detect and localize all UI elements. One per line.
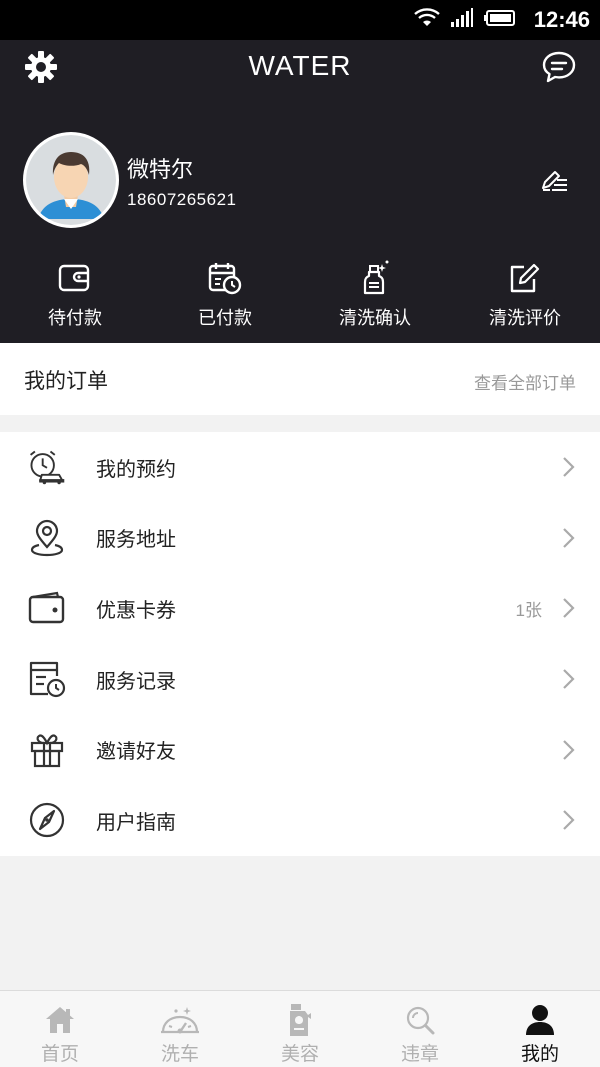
user-name: 微特尔 xyxy=(127,158,194,183)
tab-label: 美容 xyxy=(280,1043,319,1065)
tab-beauty[interactable]: 美容 xyxy=(240,991,360,1067)
edit-profile-button[interactable] xyxy=(538,166,570,198)
menu-item-label: 服务记录 xyxy=(96,668,176,693)
menu-item-badge: 1张 xyxy=(515,600,542,620)
order-status-wash-confirm[interactable]: 清洗确认 xyxy=(300,260,450,340)
tab-label: 我的 xyxy=(520,1043,559,1065)
tab-violations[interactable]: 违章 xyxy=(360,991,480,1067)
battery-icon xyxy=(483,8,518,32)
user-phone: 18607265621 xyxy=(127,190,237,209)
order-status-wash-review[interactable]: 清洗评价 xyxy=(450,260,600,340)
gift-icon xyxy=(28,731,66,769)
menu-item-label: 服务地址 xyxy=(96,527,176,552)
order-status-label: 待付款 xyxy=(48,308,102,329)
chevron-right-icon xyxy=(560,527,576,549)
status-icons: 12:46 xyxy=(413,6,590,34)
my-orders-title: 我的订单 xyxy=(24,369,108,393)
tab-mine[interactable]: 我的 xyxy=(480,991,600,1067)
chevron-right-icon xyxy=(560,456,576,478)
record-clock-icon xyxy=(28,660,66,698)
chevron-right-icon xyxy=(560,597,576,619)
chevron-right-icon xyxy=(560,739,576,761)
menu-item-invite-friends[interactable]: 邀请好友 xyxy=(0,714,600,785)
signal-icon xyxy=(450,8,474,32)
status-bar: 12:46 xyxy=(0,0,600,40)
bottle-icon xyxy=(285,1003,315,1037)
message-button[interactable] xyxy=(538,48,580,90)
chat-bubble-icon xyxy=(541,50,577,88)
tab-car-wash[interactable]: 洗车 xyxy=(120,991,240,1067)
menu-item-service-address[interactable]: 服务地址 xyxy=(0,503,600,574)
search-icon xyxy=(405,1003,435,1037)
menu-item-coupons[interactable]: 优惠卡券 1张 xyxy=(0,573,600,644)
tab-home[interactable]: 首页 xyxy=(0,991,120,1067)
top-bar: WATER xyxy=(0,40,600,102)
edit-review-icon xyxy=(508,260,542,296)
menu-list: 我的预约 服务地址 优惠卡券 1张 服务记录 邀请好友 用户指南 xyxy=(0,432,600,856)
menu-item-label: 邀请好友 xyxy=(96,739,176,764)
menu-item-label: 用户指南 xyxy=(96,809,176,834)
tab-label: 首页 xyxy=(40,1043,79,1065)
order-status-pending-payment[interactable]: 待付款 xyxy=(0,260,150,340)
compass-icon xyxy=(28,801,66,839)
calendar-clock-icon xyxy=(208,260,242,296)
profile-header: WATER 微特尔 18607265621 待付款 已付款 清洗确认 清洗评价 xyxy=(0,40,600,343)
profile-card: 微特尔 18607265621 xyxy=(0,130,600,230)
order-status-label: 清洗确认 xyxy=(339,308,411,329)
menu-item-appointments[interactable]: 我的预约 xyxy=(0,432,600,503)
order-status-label: 清洗评价 xyxy=(489,308,561,329)
tab-label: 洗车 xyxy=(160,1043,199,1065)
order-status-row: 待付款 已付款 清洗确认 清洗评价 xyxy=(0,260,600,340)
wallet-icon xyxy=(58,260,92,296)
avatar[interactable] xyxy=(23,132,119,228)
coupon-wallet-icon xyxy=(28,589,66,627)
menu-item-user-guide[interactable]: 用户指南 xyxy=(0,785,600,856)
tab-label: 违章 xyxy=(400,1043,439,1065)
user-icon xyxy=(524,1003,556,1037)
chevron-right-icon xyxy=(560,809,576,831)
car-wash-icon xyxy=(159,1003,201,1037)
wifi-icon xyxy=(413,8,440,32)
menu-item-service-records[interactable]: 服务记录 xyxy=(0,644,600,715)
view-all-orders-link[interactable]: 查看全部订单 xyxy=(474,369,576,394)
bottom-tab-bar: 首页 洗车 美容 违章 我的 xyxy=(0,990,600,1067)
location-pin-icon xyxy=(28,519,66,557)
status-time: 12:46 xyxy=(533,7,590,32)
order-status-paid[interactable]: 已付款 xyxy=(150,260,300,340)
my-orders-row[interactable]: 我的订单 查看全部订单 xyxy=(0,343,600,415)
home-icon xyxy=(44,1003,76,1037)
edit-list-icon xyxy=(540,168,568,196)
app-title: WATER xyxy=(248,50,352,81)
spray-bottle-icon xyxy=(360,260,390,296)
chevron-right-icon xyxy=(560,668,576,690)
alarm-car-icon xyxy=(28,448,66,486)
menu-item-label: 优惠卡券 xyxy=(96,597,176,622)
menu-item-label: 我的预约 xyxy=(96,456,176,481)
order-status-label: 已付款 xyxy=(198,308,252,329)
